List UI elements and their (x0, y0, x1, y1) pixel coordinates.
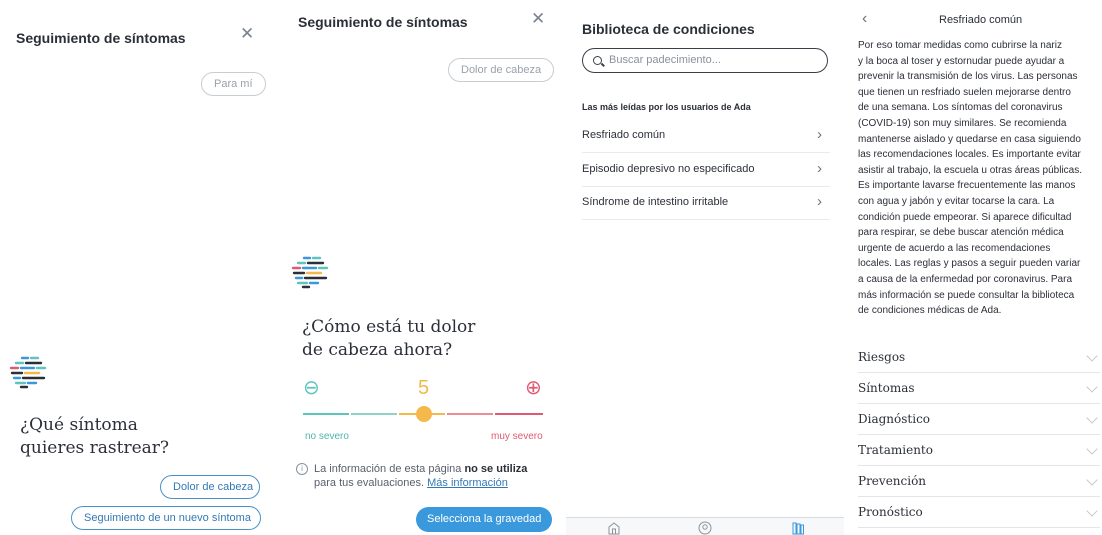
accordion-section[interactable]: Riesgos (858, 342, 1100, 373)
slider-thumb[interactable] (416, 406, 432, 422)
severity-screen: Seguimiento de síntomas ✕ Dolor de cabez… (278, 0, 566, 535)
library-icon[interactable] (791, 521, 805, 535)
slider-segment (351, 413, 397, 415)
description-line: de condiciones médicas de Ada. (858, 305, 1002, 317)
plus-circle-icon[interactable]: ⊕ (525, 378, 542, 398)
severity-value: 5 (418, 377, 430, 399)
condition-description: Por eso tomar medidas como cubrirse la n… (858, 38, 1100, 319)
accordion-section[interactable]: Diagnóstico (858, 404, 1100, 435)
condition-item[interactable]: Síndrome de intestino irritable › (582, 186, 830, 220)
info-note: La información de esta página no se util… (314, 463, 528, 489)
accordion-label: Pronóstico (858, 505, 923, 519)
page-title: Seguimiento de síntomas (298, 14, 468, 30)
description-line: mantenerse aislado y quedarse en casa si… (858, 133, 1081, 145)
description-line: condición puede empeorar. Si aparece dif… (858, 211, 1072, 223)
accordion-label: Prevención (858, 474, 927, 488)
search-input[interactable]: Buscar padecimiento... (582, 48, 828, 73)
accordion-label: Tratamiento (858, 443, 933, 457)
symptom-chip[interactable]: Dolor de cabeza (448, 58, 555, 82)
chevron-down-icon (1086, 505, 1098, 517)
description-line: (COVID-19) son muy similares. Se recomie… (858, 117, 1067, 129)
accordion-label: Síntomas (858, 381, 915, 395)
accordion-section[interactable]: Síntomas (858, 373, 1100, 404)
question-heading: ¿Qué síntoma quieres rastrear? (20, 415, 170, 458)
page-title: Resfriado común (939, 14, 1023, 26)
condition-item[interactable]: Resfriado común › (582, 119, 830, 153)
chevron-down-icon (1086, 412, 1098, 424)
info-icon: i (296, 463, 308, 475)
chevron-right-icon: › (817, 193, 822, 210)
question-heading: ¿Cómo está tu dolor de cabeza ahora? (302, 317, 476, 360)
severity-low-label: no severo (305, 431, 349, 442)
description-line: prevenir la transmisión de los virus. La… (858, 71, 1078, 83)
more-info-link[interactable]: Más información (427, 477, 508, 489)
profile-icon[interactable] (698, 521, 712, 535)
description-line: que tienen un resfriado suelen mejorarse… (858, 86, 1071, 98)
slider-segment (447, 413, 493, 415)
slider-segment (495, 413, 543, 415)
page-title: Biblioteca de condiciones (582, 21, 755, 37)
accordion-section[interactable]: Pronóstico (858, 497, 1100, 528)
close-icon[interactable]: ✕ (531, 10, 545, 27)
accordion-label: Riesgos (858, 350, 906, 364)
chevron-right-icon: › (817, 160, 822, 177)
ada-logo-icon (291, 256, 329, 289)
symptom-tracking-screen: Seguimiento de síntomas ✕ Para mí ¿Qué s… (0, 0, 278, 535)
search-placeholder: Buscar padecimiento... (609, 54, 721, 66)
minus-circle-icon[interactable]: ⊖ (303, 378, 320, 398)
slider-segment (303, 413, 349, 415)
chevron-down-icon (1086, 350, 1098, 362)
description-line: Por eso tomar medidas como cubrirse la n… (858, 40, 1062, 51)
section-heading: Las más leídas por los usuarios de Ada (582, 102, 751, 112)
page-title: Seguimiento de síntomas (16, 30, 186, 46)
close-icon[interactable]: ✕ (240, 25, 254, 42)
severity-high-label: muy severo (491, 431, 543, 442)
select-severity-button[interactable]: Selecciona la gravedad (416, 507, 553, 532)
condition-item[interactable]: Episodio depresivo no especificado › (582, 153, 830, 187)
home-icon[interactable] (607, 521, 621, 535)
ada-logo-icon (9, 356, 47, 389)
description-line: locales. Las reglas y pasos a seguir pue… (858, 258, 1081, 270)
search-icon (593, 56, 602, 65)
accordion-label: Diagnóstico (858, 412, 931, 426)
chevron-left-icon[interactable]: ‹ (862, 10, 867, 28)
new-symptom-button[interactable]: Seguimiento de un nuevo síntoma (71, 506, 261, 530)
description-line: urgente de acuerdo a las recomendaciones (858, 242, 1051, 254)
description-line: para respirar, se debe buscar atención m… (858, 227, 1064, 239)
description-line: más información se puede consultar la bi… (858, 289, 1075, 301)
description-line: asistir al trabajo, la escuela u otras á… (858, 164, 1083, 176)
conditions-library-screen: Biblioteca de condiciones Buscar padecim… (566, 0, 844, 535)
symptom-option-headache[interactable]: Dolor de cabeza (160, 475, 260, 499)
profile-chip[interactable]: Para mí (201, 72, 266, 96)
description-line: a causa de la enfermedad por coronavirus… (858, 273, 1073, 285)
description-line: de una semana. Los síntomas del coronavi… (858, 102, 1063, 114)
description-line: con agua y jabón y evitar tocarse la car… (858, 195, 1055, 207)
description-line: y la boca al toser y estornudar puede ay… (858, 55, 1065, 67)
accordion-section[interactable]: Tratamiento (858, 435, 1100, 466)
chevron-down-icon (1086, 443, 1098, 455)
condition-detail-screen: ‹ Resfriado común Por eso tomar medidas … (844, 0, 1102, 535)
chevron-down-icon (1086, 474, 1098, 486)
bottom-tab-bar (566, 517, 844, 535)
description-line: Es importante lavarse frecuentemente las… (858, 180, 1076, 192)
description-line: las recomendaciones locales. Es importan… (858, 149, 1081, 161)
chevron-right-icon: › (817, 126, 822, 143)
chevron-down-icon (1086, 381, 1098, 393)
accordion-section[interactable]: Prevención (858, 466, 1100, 497)
